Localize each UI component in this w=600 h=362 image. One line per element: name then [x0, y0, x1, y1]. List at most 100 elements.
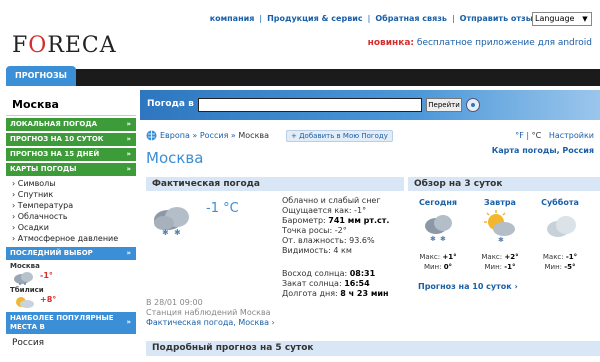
crumb-current: Москва — [238, 131, 270, 140]
detail-feels-like: Ощущается как: -1° — [282, 206, 367, 215]
detail-pressure: Барометр: 741 мм рт.ст. — [282, 216, 390, 225]
svg-text:✱: ✱ — [174, 228, 181, 237]
submenu-symbols[interactable]: › Символы — [12, 178, 136, 189]
sidebar-city: Москва — [6, 90, 136, 116]
current-details: Облачно и слабый снег Ощущается как: -1°… — [282, 196, 389, 256]
tab-bar — [6, 69, 600, 86]
chevron-right-icon: » — [126, 135, 131, 143]
globe-icon — [146, 130, 157, 141]
breadcrumb: Европа » Россия » Москва + Добавить в Мо… — [146, 130, 600, 142]
day-saturday-label[interactable]: Суббота — [532, 198, 588, 207]
chevron-right-icon: » — [126, 150, 131, 158]
submenu-precipitation[interactable]: › Осадки — [12, 222, 136, 233]
settings-link[interactable]: Настройки — [549, 131, 594, 140]
recent-list: Москва -1° Тбилиси +8° — [6, 260, 136, 310]
locate-icon[interactable] — [466, 98, 480, 112]
recent-city-name: Москва — [10, 262, 40, 270]
recent-header[interactable]: ПОСЛЕДНИЙ ВЫБОР » — [6, 247, 136, 260]
popular-header[interactable]: НАИБОЛЕЕ ПОПУЛЯРНЫЕ МЕСТА В » — [6, 312, 136, 334]
sidebar-item-label: КАРТЫ ПОГОДЫ — [10, 165, 77, 173]
maps-submenu: › Символы › Спутник › Температура › Обла… — [6, 176, 136, 244]
top-links: компания | Продукция & сервис | Обратная с… — [209, 14, 538, 23]
observation-link[interactable]: Фактическая погода, Москва › — [146, 318, 275, 327]
sun-cloud-snow-icon: ✱ — [484, 210, 515, 244]
observation-station: Станция наблюдений Москва — [146, 308, 271, 317]
svg-text:✱: ✱ — [498, 236, 504, 244]
chevron-down-icon: » — [126, 165, 131, 173]
link-feedback[interactable]: Обратная связь — [375, 14, 447, 23]
sun-info: Восход солнца: 08:31 Закат солнца: 16:54… — [282, 269, 389, 299]
cloud-snow-icon — [14, 272, 33, 285]
sidebar-item-10-day[interactable]: ПРОГНОЗ НА 10 СУТОК » — [6, 133, 136, 146]
popular-title: НАИБОЛЕЕ ПОПУЛЯРНЫЕ МЕСТА В — [10, 314, 114, 331]
observation-time: В 28/01 09:00 — [146, 298, 203, 307]
android-promo[interactable]: новинка: бесплатное приложение для andro… — [368, 38, 592, 48]
unit-c-selected[interactable]: °C — [532, 131, 542, 140]
popular-country[interactable]: Россия — [6, 334, 136, 348]
recent-temp: +8° — [40, 295, 57, 304]
tab-forecasts[interactable]: ПРОГНОЗЫ — [6, 66, 76, 86]
chevron-right-icon: » — [126, 120, 131, 128]
unit-f-link[interactable]: °F — [515, 131, 524, 140]
sidebar-item-label: ЛОКАЛЬНАЯ ПОГОДА — [10, 120, 98, 128]
weather-map-link[interactable]: Карта погоды, Россия — [492, 146, 594, 155]
page-title: Москва — [146, 149, 204, 167]
search-bar: Погода в Перейти — [140, 90, 600, 120]
sunset: Закат солнца: 16:54 — [282, 279, 370, 288]
svg-text:✱: ✱ — [162, 228, 169, 237]
search-input[interactable] — [198, 98, 422, 112]
link-products[interactable]: Продукция & сервис — [267, 14, 363, 23]
submenu-satellite[interactable]: › Спутник — [12, 189, 136, 200]
cloud-snow-icon: ✱ ✱ — [425, 215, 452, 243]
chevron-down-icon: » — [126, 249, 131, 257]
crumb-russia[interactable]: Россия — [200, 131, 229, 140]
svg-text:✱: ✱ — [440, 235, 446, 243]
observation-info: В 28/01 09:00 Станция наблюдений Москва … — [146, 298, 275, 328]
link-company[interactable]: компания — [210, 14, 255, 23]
day-saturday-minmax: Макс: -1° Мин: -5° — [542, 253, 578, 271]
sidebar: Москва ЛОКАЛЬНАЯ ПОГОДА » ПРОГНОЗ НА 10 С… — [6, 90, 136, 348]
breadcrumb-path: Европа » Россия » Москва — [160, 131, 270, 140]
foreca-logo[interactable]: FORECA — [12, 33, 117, 58]
detail-humidity: От. влажность: 93.6% — [282, 236, 375, 245]
recent-title: ПОСЛЕДНИЙ ВЫБОР — [10, 249, 93, 257]
detail-condition: Облачно и слабый снег — [282, 196, 381, 205]
list-item[interactable]: Тбилиси +8° — [10, 286, 136, 310]
day-tomorrow-label[interactable]: Завтра — [472, 198, 528, 207]
sidebar-item-local-weather[interactable]: ЛОКАЛЬНАЯ ПОГОДА » — [6, 118, 136, 131]
crumb-europe[interactable]: Европа — [160, 131, 190, 140]
detail-visibility: Видимость: 4 км — [282, 246, 352, 255]
forecast-10-day-link[interactable]: Прогноз на 10 суток › — [418, 282, 518, 291]
list-item[interactable]: Москва -1° — [10, 262, 136, 286]
current-weather-header: Фактическая погода — [146, 177, 404, 191]
day-today-minmax: Макс: +1° Мин: 0° — [419, 253, 457, 271]
promo-new-label: новинка: — [367, 38, 415, 48]
submenu-temperature[interactable]: › Температура — [12, 200, 136, 211]
sunrise: Восход солнца: 08:31 — [282, 269, 376, 278]
sidebar-item-label: ПРОГНОЗ НА 10 СУТОК — [10, 135, 104, 143]
link-send-review[interactable]: Отправить отзыв — [460, 14, 538, 23]
sidebar-item-15-day[interactable]: ПРОГНОЗ НА 15 ДНЕЙ » — [6, 148, 136, 161]
day-today-label[interactable]: Сегодня — [410, 198, 466, 207]
cloud-icon — [547, 216, 576, 237]
language-select-label: Language — [535, 14, 575, 23]
detail-dew-point: Точка росы: -2° — [282, 226, 347, 235]
search-go-button[interactable]: Перейти — [426, 98, 462, 112]
sidebar-item-label: ПРОГНОЗ НА 15 ДНЕЙ — [10, 150, 100, 158]
promo-text: бесплатное приложение для android — [414, 38, 592, 48]
forecast-5-day-header: Подробный прогноз на 5 суток — [146, 341, 600, 356]
svg-text:✱: ✱ — [430, 235, 436, 243]
search-label: Погода в — [147, 99, 194, 109]
cloud-snow-icon: ✱ ✱ — [154, 207, 189, 237]
day-tomorrow-minmax: Макс: +2° Мин: -1° — [481, 253, 519, 271]
day-length: Долгота дня: 8 ч 23 мин — [282, 289, 389, 298]
add-favorite-button[interactable]: + Добавить в Мою Погоду — [286, 130, 393, 142]
submenu-pressure[interactable]: › Атмосферное давление — [12, 233, 136, 244]
unit-settings: °F | °C Настройки — [515, 131, 594, 140]
language-select[interactable]: Language ▼ — [532, 12, 592, 26]
recent-city-name: Тбилиси — [10, 286, 44, 294]
submenu-cloudiness[interactable]: › Облачность — [12, 211, 136, 222]
sidebar-item-weather-maps[interactable]: КАРТЫ ПОГОДЫ » — [6, 163, 136, 176]
chevron-down-icon: » — [126, 318, 131, 326]
current-temperature: -1 °C — [206, 201, 239, 216]
